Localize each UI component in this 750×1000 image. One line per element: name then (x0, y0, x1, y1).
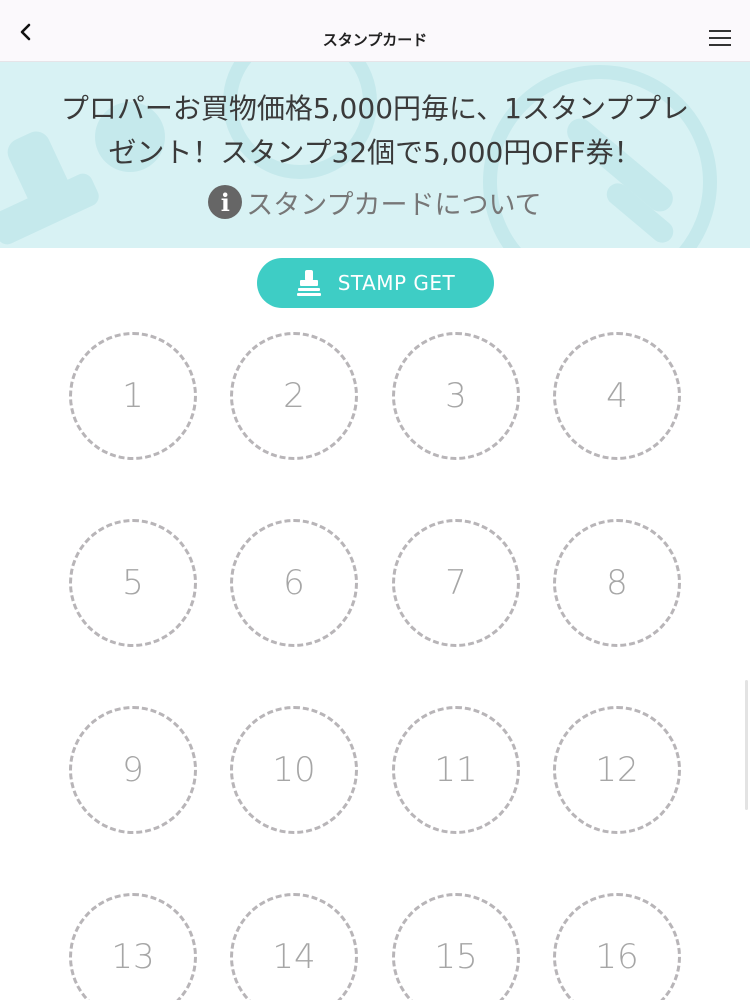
hamburger-menu-icon (709, 30, 731, 46)
menu-button[interactable] (700, 18, 740, 58)
stamp-slot-number: 16 (595, 937, 639, 977)
stamp-slot: 1 (69, 332, 197, 460)
stamp-slot: 6 (230, 519, 358, 647)
stamp-slot-number: 8 (606, 563, 628, 603)
stamp-slot-number: 13 (111, 937, 155, 977)
stamp-slot-number: 10 (272, 750, 316, 790)
chevron-left-icon (20, 23, 31, 41)
banner-message-line1: プロパーお買物価格5,000円毎に、1スタンププレ (60, 92, 690, 125)
stamp-slot-number: 15 (434, 937, 478, 977)
stamp-slot-number: 14 (272, 937, 316, 977)
stamp-slot: 13 (69, 893, 197, 1000)
stamp-slot-number: 12 (595, 750, 639, 790)
stamp-slot-number: 1 (122, 376, 144, 416)
stamp-slot: 14 (230, 893, 358, 1000)
stamp-slot-number: 9 (122, 750, 144, 790)
stamp-slot-number: 3 (445, 376, 467, 416)
page-title: スタンプカード (322, 31, 428, 49)
stamp-slot: 7 (392, 519, 520, 647)
stamp-slot-number: 6 (283, 563, 305, 603)
stamp-icon (296, 270, 321, 296)
stamp-slot-number: 11 (434, 750, 478, 790)
stamp-slot-number: 5 (122, 563, 144, 603)
about-stamp-card-label: スタンプカードについて (246, 189, 542, 221)
header-bar: スタンプカード (0, 0, 750, 62)
info-icon: i (208, 185, 243, 219)
campaign-banner: プロパーお買物価格5,000円毎に、1スタンププレ ゼント！スタンプ32個で5,… (0, 62, 750, 248)
stamp-slot: 8 (553, 519, 681, 647)
stamp-slot: 3 (392, 332, 520, 460)
stamp-slot: 4 (553, 332, 681, 460)
scrollbar[interactable] (745, 680, 748, 810)
stamp-slot-number: 7 (445, 563, 467, 603)
stamp-slot-number: 2 (283, 376, 305, 416)
stamp-slot: 16 (553, 893, 681, 1000)
stamp-slot: 2 (230, 332, 358, 460)
stamp-get-button[interactable]: STAMP GET (257, 258, 494, 308)
stamp-slot: 11 (392, 706, 520, 834)
banner-message-line2: ゼント！スタンプ32個で5,000円OFF券！ (108, 136, 642, 169)
stamp-slot: 10 (230, 706, 358, 834)
stamp-get-label: STAMP GET (337, 271, 456, 295)
about-stamp-card-link[interactable]: i スタンプカードについて (0, 180, 750, 224)
stamp-card-screen: スタンプカード プロパーお買物価格5,000円毎に、1スタンププレ ゼント！スタ… (0, 0, 750, 1000)
stamp-slot: 15 (392, 893, 520, 1000)
stamp-slot: 12 (553, 706, 681, 834)
banner-message: プロパーお買物価格5,000円毎に、1スタンププレ ゼント！スタンプ32個で5,… (20, 87, 730, 175)
back-button[interactable] (8, 14, 44, 50)
stamp-slot: 5 (69, 519, 197, 647)
stamp-slot: 9 (69, 706, 197, 834)
stamp-slot-number: 4 (606, 376, 628, 416)
